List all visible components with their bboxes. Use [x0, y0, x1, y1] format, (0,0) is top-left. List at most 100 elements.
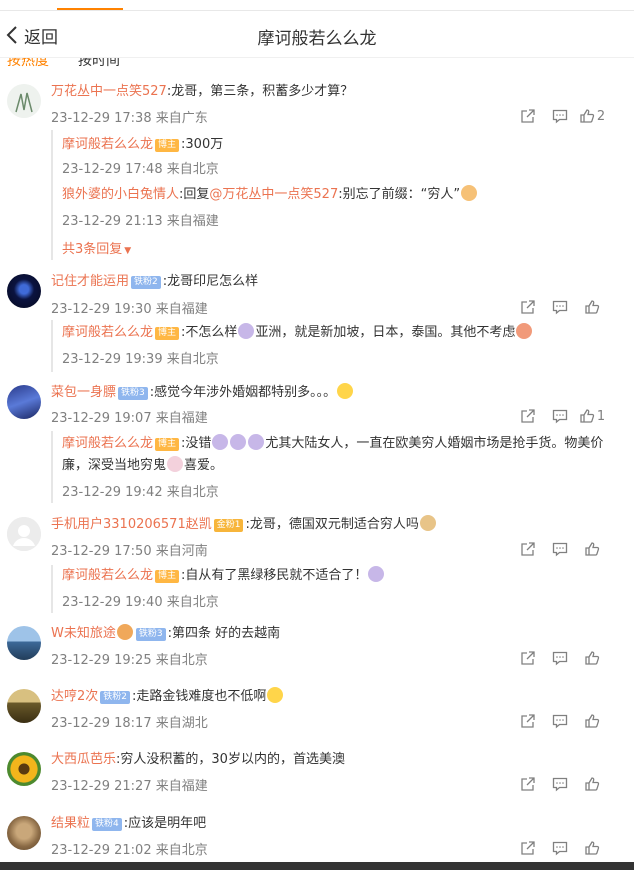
- reply-meta: 23-12-29 17:48 来自北京: [62, 162, 219, 177]
- comment-username[interactable]: 大西瓜芭乐: [51, 752, 116, 767]
- share-button[interactable]: [512, 298, 544, 316]
- reply-text: 摩诃般若么么龙 博主:不怎么样 亚洲，就是新加坡，日本，泰国。其他不考虑: [62, 322, 614, 344]
- reply-text-continued: 廉，深受当地穷鬼 喜爱。: [62, 455, 614, 477]
- comment-username[interactable]: W未知旅途: [51, 626, 116, 641]
- reply-username[interactable]: 摩诃般若么么龙: [62, 568, 153, 583]
- share-icon: [521, 109, 535, 123]
- fan-club-icon: [116, 624, 133, 640]
- comment-username[interactable]: 万花丛中一点笑527: [51, 84, 167, 99]
- reply-body: :没错: [181, 436, 212, 451]
- comment-username[interactable]: 菜包一身膘: [51, 385, 116, 400]
- avatar[interactable]: [7, 274, 41, 308]
- comment-button[interactable]: [544, 839, 576, 857]
- share-button[interactable]: [512, 712, 544, 730]
- comment-button[interactable]: [544, 298, 576, 316]
- cat-emoji-icon: [461, 185, 478, 201]
- comment-username[interactable]: 手机用户3310206571赵凯: [51, 517, 212, 532]
- reply-username[interactable]: 摩诃般若么么龙: [62, 436, 153, 451]
- comment-icon: [552, 777, 568, 792]
- like-button[interactable]: [576, 712, 608, 730]
- comment-icon: [552, 300, 568, 315]
- comment-button[interactable]: [544, 649, 576, 667]
- comment-text: 万花丛中一点笑527:龙哥，第三条，积蓄多少才算？: [51, 82, 614, 102]
- like-button[interactable]: 2: [576, 107, 608, 125]
- fan-badge: 金粉1: [213, 519, 244, 532]
- comment-icon: [552, 651, 568, 666]
- comment-button[interactable]: [544, 407, 576, 425]
- comment-meta: 23-12-29 17:38 来自广东: [51, 111, 208, 126]
- share-button[interactable]: [512, 775, 544, 793]
- comment-button[interactable]: [544, 107, 576, 125]
- share-button[interactable]: [512, 107, 544, 125]
- comment-actions: [512, 775, 608, 793]
- reply-body: :300万: [181, 137, 224, 152]
- fan-badge: 铁粉4: [92, 818, 122, 831]
- comment-text: 达哼2次 铁粉2:走路金钱难度也不低啊: [51, 687, 614, 707]
- comment-button[interactable]: [544, 540, 576, 558]
- ghost-emoji-icon: [167, 456, 184, 472]
- reply-body: 喜爱。: [184, 458, 224, 473]
- thumbs-up-icon: [585, 714, 600, 728]
- comment-text: 大西瓜芭乐:穷人没积蓄的，30岁以内的，首选美澳: [51, 750, 614, 770]
- reply-username[interactable]: 摩诃般若么么龙: [62, 137, 153, 152]
- thumbs-up-icon: [585, 300, 600, 314]
- like-button[interactable]: 1: [576, 407, 608, 425]
- comment-body: :感觉今年涉外婚姻都特别多。。。: [149, 385, 337, 400]
- like-button[interactable]: [576, 649, 608, 667]
- avatar[interactable]: [7, 689, 41, 723]
- more-replies-label: 共3条回复: [62, 242, 123, 257]
- reply-username[interactable]: 摩诃般若么么龙: [62, 325, 153, 340]
- avatar[interactable]: [7, 626, 41, 660]
- share-icon: [521, 409, 535, 423]
- sort-time-tab[interactable]: 按时间: [78, 58, 120, 68]
- more-replies-link[interactable]: 共3条回复 ▼: [62, 238, 131, 257]
- reply-text: 狼外婆的小白兔情人:回复@万花丛中一点笑527:别忘了前缀：“穷人”: [62, 184, 614, 206]
- comment-button[interactable]: [544, 712, 576, 730]
- reply-body: :自从有了黑绿移民就不适合了！: [181, 568, 368, 583]
- reply-list: 摩诃般若么么龙 博主:没错 尤其大陆女人，一直在欧美穷人婚姻市场是抢手货。物美价 廉…: [51, 431, 614, 503]
- share-button[interactable]: [512, 540, 544, 558]
- like-button[interactable]: [576, 298, 608, 316]
- mention-link[interactable]: @万花丛中一点笑527: [209, 187, 338, 202]
- share-button[interactable]: [512, 839, 544, 857]
- reply-username[interactable]: 狼外婆的小白兔情人: [62, 187, 179, 202]
- comment-body: :应该是明年吧: [123, 816, 207, 831]
- reply-meta: 23-12-29 19:40 来自北京: [62, 595, 219, 610]
- comment-body: :龙哥，第三条，积蓄多少才算？: [166, 84, 354, 99]
- reply-meta: 23-12-29 21:13 来自福建: [62, 214, 219, 229]
- comment-meta: 23-12-29 21:02 来自北京: [51, 843, 208, 858]
- comment-body: :走路金钱难度也不低啊: [132, 689, 267, 704]
- comment-actions: [512, 839, 608, 857]
- share-button[interactable]: [512, 649, 544, 667]
- like-button[interactable]: [576, 540, 608, 558]
- share-icon: [521, 841, 535, 855]
- comment-icon: [552, 841, 568, 856]
- page-title: 摩诃般若么么龙: [257, 29, 377, 49]
- avatar[interactable]: [7, 517, 41, 551]
- reply-text: 摩诃般若么么龙 博主:300万: [62, 134, 614, 156]
- comment-username[interactable]: 结果粒: [51, 816, 90, 831]
- comment-username[interactable]: 达哼2次: [51, 689, 98, 704]
- avatar[interactable]: [7, 816, 41, 850]
- comment-meta: 23-12-29 17:50 来自河南: [51, 544, 208, 559]
- comment-icon: [552, 109, 568, 124]
- comment-actions: [512, 712, 608, 730]
- host-badge: 博主: [155, 327, 180, 340]
- avatar[interactable]: [7, 385, 41, 419]
- comment-actions: 1: [512, 407, 608, 425]
- comment-meta: 23-12-29 19:30 来自福建: [51, 302, 208, 317]
- sort-hot-tab[interactable]: 按热度: [7, 58, 49, 68]
- comment-button[interactable]: [544, 775, 576, 793]
- thumbs-up-icon: [585, 651, 600, 665]
- reply-list: 摩诃般若么么龙 博主:自从有了黑绿移民就不适合了！ 23-12-29 19:40 …: [51, 565, 614, 613]
- share-button[interactable]: [512, 407, 544, 425]
- like-button[interactable]: [576, 839, 608, 857]
- host-badge: 博主: [155, 139, 180, 152]
- like-button[interactable]: [576, 775, 608, 793]
- avatar[interactable]: [7, 752, 41, 786]
- reply-text: 摩诃般若么么龙 博主:自从有了黑绿移民就不适合了！: [62, 565, 614, 587]
- comment-username[interactable]: 记住才能运用: [51, 274, 129, 289]
- comment-actions: [512, 540, 608, 558]
- comment-actions: [512, 649, 608, 667]
- avatar[interactable]: [7, 84, 41, 118]
